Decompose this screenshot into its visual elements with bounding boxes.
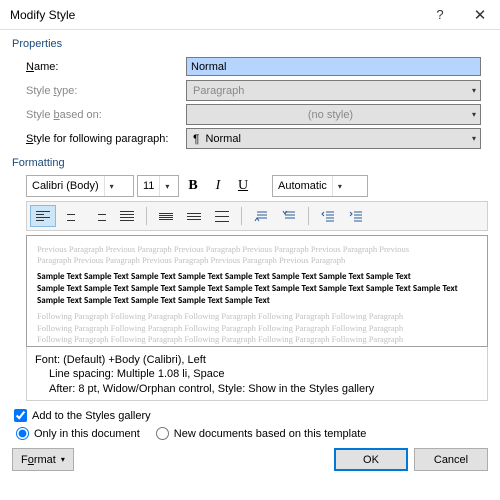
preview-sample: Sample Text Sample Text Sample Text Samp… xyxy=(37,283,477,295)
font-size-select[interactable]: 11▾ xyxy=(137,175,179,197)
style-type-select: Paragraph▾ xyxy=(186,80,481,101)
one-half-space-button[interactable] xyxy=(181,205,207,227)
increase-indent-button[interactable] xyxy=(343,205,369,227)
font-toolbar: Calibri (Body)▾ 11▾ B I U Automatic▾ xyxy=(26,175,488,197)
formatting-heading: Formatting xyxy=(12,157,488,169)
paragraph-toolbar xyxy=(26,201,488,231)
preview-sample: Sample Text Sample Text Sample Text Samp… xyxy=(37,295,477,307)
align-center-button[interactable] xyxy=(58,205,84,227)
add-to-gallery-checkbox[interactable]: Add to the Styles gallery xyxy=(14,409,488,422)
preview-previous: Paragraph Previous Paragraph Previous Pa… xyxy=(37,255,477,266)
preview-following: Following Paragraph Following Paragraph … xyxy=(37,311,477,322)
space-before-up-button[interactable] xyxy=(248,205,274,227)
titlebar: Modify Style ? ✕ xyxy=(0,0,500,30)
ok-button[interactable]: OK xyxy=(334,448,408,471)
name-input[interactable] xyxy=(186,57,481,76)
new-documents-radio[interactable]: New documents based on this template xyxy=(156,427,367,440)
align-left-button[interactable] xyxy=(30,205,56,227)
italic-button[interactable]: I xyxy=(207,175,229,197)
chevron-down-icon: ▾ xyxy=(472,134,476,143)
preview-following: Following Paragraph Following Paragraph … xyxy=(37,323,477,334)
single-space-button[interactable] xyxy=(153,205,179,227)
only-in-document-radio[interactable]: Only in this document xyxy=(16,427,140,440)
preview-pane: Previous Paragraph Previous Paragraph Pr… xyxy=(26,235,488,347)
chevron-down-icon: ▾ xyxy=(61,455,65,464)
close-button[interactable]: ✕ xyxy=(460,0,500,30)
font-color-select[interactable]: Automatic▾ xyxy=(272,175,368,197)
style-description: Font: (Default) +Body (Calibri), Left Li… xyxy=(26,347,488,401)
help-button[interactable]: ? xyxy=(420,0,460,30)
font-family-select[interactable]: Calibri (Body)▾ xyxy=(26,175,134,197)
properties-heading: Properties xyxy=(12,38,488,50)
space-before-down-button[interactable] xyxy=(276,205,302,227)
chevron-down-icon: ▾ xyxy=(332,176,347,196)
pilcrow-icon: ¶ xyxy=(193,132,199,146)
preview-following: Following Paragraph Following Paragraph … xyxy=(37,334,477,345)
format-menu-button[interactable]: Format▾ xyxy=(12,448,74,471)
chevron-down-icon: ▾ xyxy=(104,176,119,196)
style-based-on-select: (no style)▾ xyxy=(186,104,481,125)
style-type-label: Style type: xyxy=(26,85,186,97)
dialog-body: Properties Name: Style type: Paragraph▾ … xyxy=(0,30,500,479)
chevron-down-icon: ▾ xyxy=(159,176,174,196)
decrease-indent-button[interactable] xyxy=(315,205,341,227)
bold-button[interactable]: B xyxy=(182,175,204,197)
preview-sample: Sample Text Sample Text Sample Text Samp… xyxy=(37,271,477,283)
chevron-down-icon: ▾ xyxy=(472,86,476,95)
style-based-on-label: Style based on: xyxy=(26,109,186,121)
style-following-label: Style for following paragraph: xyxy=(26,133,186,145)
chevron-down-icon: ▾ xyxy=(472,110,476,119)
name-label: Name: xyxy=(26,61,186,73)
preview-previous: Previous Paragraph Previous Paragraph Pr… xyxy=(37,244,477,255)
align-right-button[interactable] xyxy=(86,205,112,227)
dialog-title: Modify Style xyxy=(10,8,420,22)
double-space-button[interactable] xyxy=(209,205,235,227)
underline-button[interactable]: U xyxy=(232,175,254,197)
cancel-button[interactable]: Cancel xyxy=(414,448,488,471)
align-justify-button[interactable] xyxy=(114,205,140,227)
style-following-select[interactable]: ¶Normal ▾ xyxy=(186,128,481,149)
